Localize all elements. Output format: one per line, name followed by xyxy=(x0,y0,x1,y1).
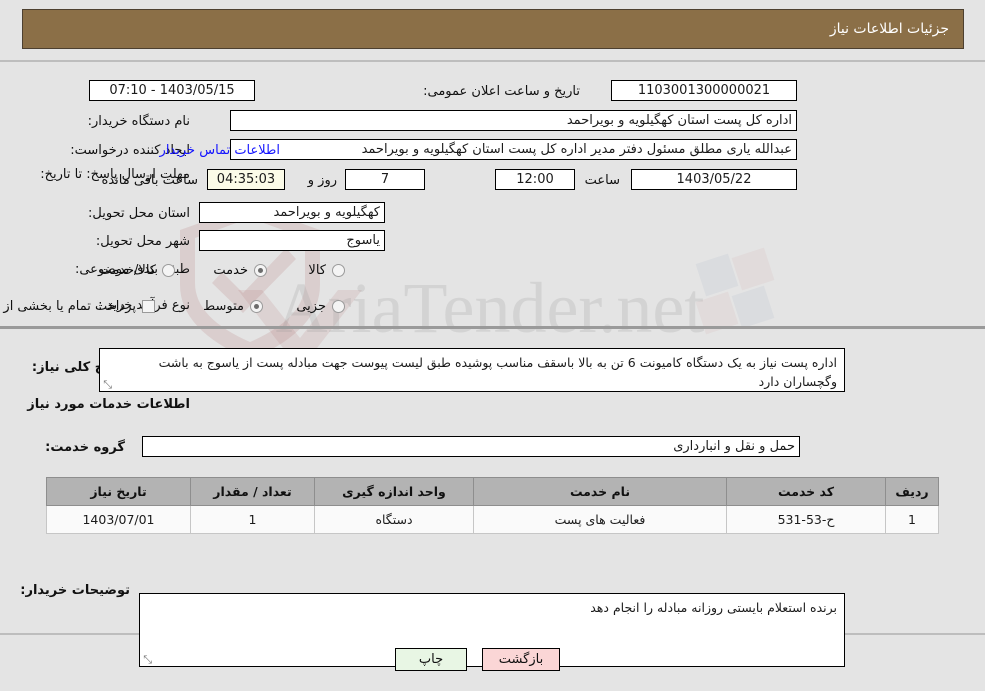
buyer-notes-label: توضیحات خریدار: xyxy=(20,583,130,598)
need-number-value: 1103001300000021 xyxy=(611,80,797,101)
creator-value: عبدالله یاری مطلق مسئول دفتر مدیر اداره … xyxy=(230,139,797,160)
print-button[interactable]: چاپ xyxy=(395,648,467,671)
col-name: نام خدمت xyxy=(473,477,727,506)
remaining-time-value: 04:35:03 xyxy=(207,169,285,190)
radio-khedmat-label: خدمت xyxy=(213,263,248,278)
col-qty: تعداد / مقدار xyxy=(190,477,315,506)
buyer-notes-value: برنده استعلام بایستی روزانه مبادله را ان… xyxy=(590,600,837,615)
page-title: جزئیات اطلاعات نیاز xyxy=(829,21,949,37)
buyer-org-value: اداره کل پست استان کهگیلویه و بویراحمد xyxy=(230,110,797,131)
radio-category-kala[interactable]: کالا xyxy=(308,262,345,281)
city-label: شهر محل تحویل: xyxy=(95,234,190,249)
table-header-row: ردیف کد خدمت نام خدمت واحد اندازه گیری ت… xyxy=(46,477,939,506)
service-group-value: حمل و نقل و انبارداری xyxy=(142,436,800,457)
deadline-hour-label: ساعت xyxy=(584,173,620,188)
announce-datetime-label: تاریخ و ساعت اعلان عمومی: xyxy=(423,84,580,99)
buyer-contact-link[interactable]: اطلاعات تماس خریدار xyxy=(160,143,280,158)
remaining-days-value: 7 xyxy=(345,169,425,190)
announce-datetime-value: 1403/05/15 - 07:10 xyxy=(89,80,255,101)
services-section-title: اطلاعات خدمات مورد نیاز xyxy=(27,397,190,412)
radio-category-kala-khedmat[interactable]: کالا/خدمت xyxy=(99,262,175,281)
treasury-checkbox-group[interactable]: پرداخت تمام یا بخشی از مبلغ خرید،از محل … xyxy=(0,298,155,317)
treasury-checkbox-icon[interactable] xyxy=(142,300,155,313)
radio-process-motevaset[interactable]: متوسط xyxy=(203,298,263,317)
radio-kala-khedmat-label: کالا/خدمت xyxy=(99,263,156,278)
cell-unit: دستگاه xyxy=(314,505,474,534)
remaining-days-label: روز و xyxy=(307,173,337,188)
radio-khedmat-icon[interactable] xyxy=(254,264,267,277)
cell-row: 1 xyxy=(885,505,939,534)
service-group-label: گروه خدمت: xyxy=(45,440,125,455)
radio-kala-icon[interactable] xyxy=(332,264,345,277)
page-header: جزئیات اطلاعات نیاز xyxy=(22,9,964,49)
radio-motevaset-label: متوسط xyxy=(203,299,244,314)
col-row: ردیف xyxy=(885,477,939,506)
table-row[interactable]: 1 ح-53-531 فعالیت های پست دستگاه 1 1403/… xyxy=(46,505,939,534)
radio-kala-khedmat-icon[interactable] xyxy=(162,264,175,277)
radio-category-khedmat[interactable]: خدمت xyxy=(213,262,267,281)
radio-motevaset-icon[interactable] xyxy=(250,300,263,313)
cell-date: 1403/07/01 xyxy=(46,505,191,534)
cell-name: فعالیت های پست xyxy=(473,505,727,534)
back-button[interactable]: بازگشت xyxy=(482,648,560,671)
remaining-time-label: ساعت باقی مانده xyxy=(101,173,198,188)
radio-process-jozei[interactable]: جزیی xyxy=(296,298,345,317)
col-unit: واحد اندازه گیری xyxy=(314,477,474,506)
deadline-date-value: 1403/05/22 xyxy=(631,169,797,190)
province-value: کهگیلویه و بویراحمد xyxy=(199,202,385,223)
col-code: کد خدمت xyxy=(726,477,886,506)
treasury-checkbox-label: پرداخت تمام یا بخشی از مبلغ خرید،از محل … xyxy=(0,299,136,314)
deadline-hour-value: 12:00 xyxy=(495,169,575,190)
resize-grip-icon-notes[interactable] xyxy=(142,655,152,665)
description-value: اداره پست نیاز به یک دستگاه کامیونت 6 تن… xyxy=(158,355,837,389)
cell-qty: 1 xyxy=(190,505,315,534)
col-date: تاریخ نیاز xyxy=(46,477,191,506)
province-label: استان محل تحویل: xyxy=(88,206,190,221)
radio-jozei-label: جزیی xyxy=(296,299,326,314)
buyer-org-label: نام دستگاه خریدار: xyxy=(87,114,190,129)
description-textarea[interactable]: اداره پست نیاز به یک دستگاه کامیونت 6 تن… xyxy=(99,348,845,392)
city-value: یاسوج xyxy=(199,230,385,251)
resize-grip-icon[interactable] xyxy=(102,380,112,390)
radio-jozei-icon[interactable] xyxy=(332,300,345,313)
radio-kala-label: کالا xyxy=(308,263,326,278)
services-table: ردیف کد خدمت نام خدمت واحد اندازه گیری ت… xyxy=(46,477,939,534)
page-root: AriaTender.net جزئیات اطلاعات نیاز شماره… xyxy=(0,0,985,691)
cell-code: ح-53-531 xyxy=(726,505,886,534)
